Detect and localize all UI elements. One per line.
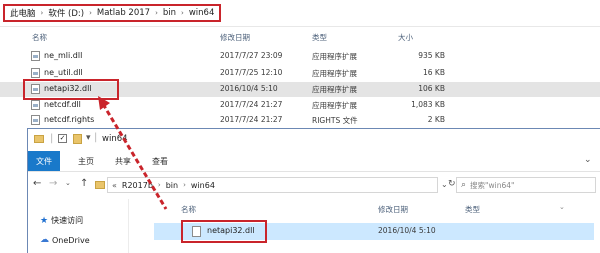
arrow-line (101, 103, 168, 210)
arrow-annotation (98, 96, 168, 210)
